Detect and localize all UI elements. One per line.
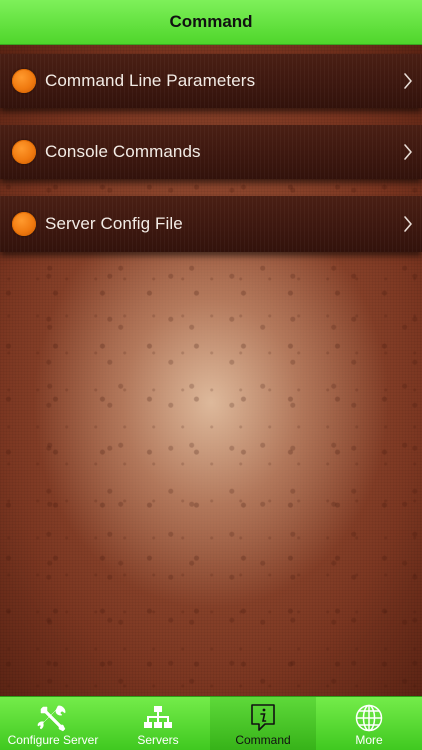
orange-bullet-icon <box>12 140 36 164</box>
nav-title: Command <box>169 12 253 31</box>
menu-item-console-commands[interactable]: Console Commands <box>0 125 422 179</box>
tab-servers[interactable]: Servers <box>106 697 210 750</box>
tab-label: Servers <box>137 733 179 747</box>
app-screen: Command Command Line Parameters Console … <box>0 0 422 750</box>
tools-icon <box>37 705 66 732</box>
tab-label: More <box>355 733 383 747</box>
chevron-right-icon <box>404 216 412 232</box>
menu-item-command-line-parameters[interactable]: Command Line Parameters <box>0 54 422 108</box>
chevron-right-icon <box>404 144 412 160</box>
tab-more[interactable]: More <box>316 697 422 750</box>
info-bubble-icon <box>251 704 275 731</box>
menu-item-label: Console Commands <box>45 142 201 161</box>
orange-bullet-icon <box>12 69 36 93</box>
tab-label: Command <box>235 733 291 747</box>
chevron-right-icon <box>404 73 412 89</box>
tab-configure-server[interactable]: Configure Server <box>0 697 106 750</box>
navigation-bar: Command <box>0 0 422 45</box>
tab-bar: Configure Server Servers Command More <box>0 696 422 750</box>
menu-item-server-config-file[interactable]: Server Config File <box>0 196 422 252</box>
network-icon <box>144 706 172 728</box>
orange-bullet-icon <box>12 212 36 236</box>
tab-command[interactable]: Command <box>210 697 316 750</box>
menu-item-label: Server Config File <box>45 214 183 233</box>
menu-item-label: Command Line Parameters <box>45 71 256 90</box>
globe-icon <box>355 704 383 732</box>
tab-label: Configure Server <box>7 733 99 747</box>
